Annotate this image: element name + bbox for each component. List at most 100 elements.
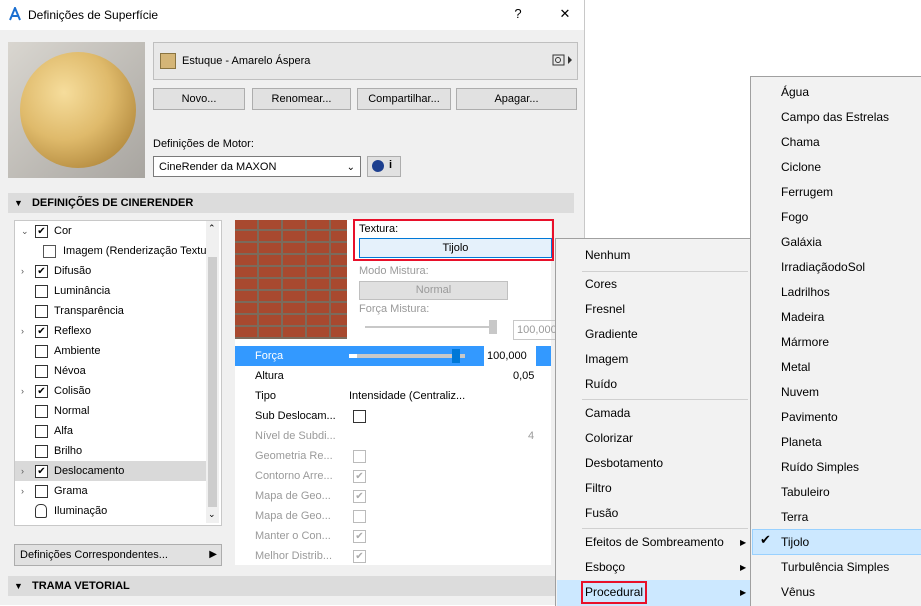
row-keep[interactable]: Manter o Con... ✔ <box>235 526 551 546</box>
material-selector[interactable]: Estuque - Amarelo Áspera <box>153 42 578 80</box>
checkbox-nevoa[interactable] <box>35 365 48 378</box>
menu-item-fusao[interactable]: Fusão <box>585 501 618 525</box>
submenu-item-ladrilhos[interactable]: Ladrilhos <box>781 280 830 304</box>
menu-item-camada[interactable]: Camada <box>585 401 630 425</box>
tree-item-difusao[interactable]: › ✔ Difusão <box>15 261 207 281</box>
submenu-item-ruido-simples[interactable]: Ruído Simples <box>781 455 859 479</box>
submenu-item-irradiacao[interactable]: IrradiaçãodoSol <box>781 255 865 279</box>
menu-item-fresnel[interactable]: Fresnel <box>585 297 625 321</box>
tree-item-colisao[interactable]: › ✔ Colisão <box>15 381 207 401</box>
menu-item-imagem[interactable]: Imagem <box>585 347 628 371</box>
submenu-item-ferrugem[interactable]: Ferrugem <box>781 180 833 204</box>
tree-item-nevoa[interactable]: Névoa <box>15 361 207 381</box>
submenu-item-nuvem[interactable]: Nuvem <box>781 380 819 404</box>
rename-button[interactable]: Renomear... <box>252 88 351 110</box>
geo-checkbox[interactable] <box>353 450 366 463</box>
mix-mode-button[interactable]: Normal <box>359 281 508 300</box>
tree-item-ambiente[interactable]: Ambiente <box>15 341 207 361</box>
row-sub[interactable]: Sub Deslocam... <box>235 406 551 426</box>
menu-item-ruido[interactable]: Ruído <box>585 372 617 396</box>
submenu-item-ciclone[interactable]: Ciclone <box>781 155 821 179</box>
vector-section-header[interactable]: ▼ TRAMA VETORIAL <box>8 576 574 596</box>
tree-item-grama[interactable]: › Grama <box>15 481 207 501</box>
help-button[interactable]: ? <box>508 6 528 24</box>
row-subdiv[interactable]: Nível de Subdi... 4 <box>235 426 551 446</box>
scroll-up-icon[interactable]: ⌃ <box>208 223 216 234</box>
tree-item-imagem[interactable]: Imagem (Renderização Textu <box>15 241 207 261</box>
forca-value-field[interactable]: 100,000 <box>484 346 536 366</box>
submenu-item-pavimento[interactable]: Pavimento <box>781 405 838 429</box>
menu-item-desbotamento[interactable]: Desbotamento <box>585 451 663 475</box>
submenu-item-turbulencia[interactable]: Turbulência Simples <box>781 555 889 579</box>
menu-item-efeitos[interactable]: Efeitos de Sombreamento <box>585 530 724 554</box>
expanded-arrow-icon[interactable]: ⌄ <box>21 221 29 241</box>
row-tipo[interactable]: Tipo Intensidade (Centraliz... <box>235 386 551 406</box>
submenu-item-tabuleiro[interactable]: Tabuleiro <box>781 480 830 504</box>
expand-arrow-icon[interactable]: › <box>21 481 24 501</box>
row-forca[interactable]: Força 100,000 <box>235 346 551 366</box>
scroll-thumb[interactable] <box>208 257 217 507</box>
tree-item-deslocamento[interactable]: › ✔ Deslocamento <box>15 461 207 481</box>
row-altura[interactable]: Altura 0,05 <box>235 366 551 386</box>
row-contour[interactable]: Contorno Arre... ✔ <box>235 466 551 486</box>
tree-item-cor[interactable]: ⌄ ✔ Cor <box>15 221 207 241</box>
texture-button[interactable]: Tijolo <box>359 238 552 258</box>
tree-item-luminancia[interactable]: Luminância <box>15 281 207 301</box>
checkbox-deslocamento[interactable]: ✔ <box>35 465 48 478</box>
mix-strength-slider[interactable] <box>365 326 497 328</box>
menu-item-nenhum[interactable]: Nenhum <box>585 243 630 267</box>
submenu-item-galaxia[interactable]: Galáxia <box>781 230 822 254</box>
mix-strength-thumb[interactable] <box>489 320 497 334</box>
expand-arrow-icon[interactable]: › <box>21 321 24 341</box>
submenu-item-marmore[interactable]: Mármore <box>781 330 829 354</box>
submenu-item-tijolo[interactable]: Tijolo <box>781 530 809 554</box>
engine-select[interactable]: CineRender da MAXON ⌄ <box>153 156 361 177</box>
sub-checkbox[interactable] <box>353 410 366 423</box>
forca-slider[interactable] <box>349 349 465 363</box>
close-button[interactable]: ✕ <box>555 6 575 24</box>
map1-checkbox[interactable]: ✔ <box>353 490 366 503</box>
submenu-item-tijolo-highlight[interactable] <box>752 529 921 555</box>
checkbox-cor[interactable]: ✔ <box>35 225 48 238</box>
menu-item-colorizar[interactable]: Colorizar <box>585 426 633 450</box>
checkbox-ambiente[interactable] <box>35 345 48 358</box>
expand-arrow-icon[interactable]: › <box>21 261 24 281</box>
checkbox-reflexo[interactable]: ✔ <box>35 325 48 338</box>
checkbox-luminancia[interactable] <box>35 285 48 298</box>
row-map1[interactable]: Mapa de Geo... ✔ <box>235 486 551 506</box>
share-button[interactable]: Compartilhar... <box>357 88 451 110</box>
material-menu-icon[interactable] <box>552 53 574 67</box>
tree-item-brilho[interactable]: Brilho <box>15 441 207 461</box>
menu-item-filtro[interactable]: Filtro <box>585 476 612 500</box>
cinerender-section-header[interactable]: ▼ DEFINIÇÕES DE CINERENDER <box>8 193 574 213</box>
expand-arrow-icon[interactable]: › <box>21 461 24 481</box>
checkbox-grama[interactable] <box>35 485 48 498</box>
checkbox-alfa[interactable] <box>35 425 48 438</box>
menu-item-esboco[interactable]: Esboço <box>585 555 625 579</box>
tree-item-transparencia[interactable]: Transparência <box>15 301 207 321</box>
submenu-item-chama[interactable]: Chama <box>781 130 820 154</box>
engine-info-button[interactable]: i <box>367 156 401 177</box>
new-button[interactable]: Novo... <box>153 88 245 110</box>
tree-scrollbar[interactable]: ⌃ ⌄ <box>206 221 219 523</box>
keep-checkbox[interactable]: ✔ <box>353 530 366 543</box>
submenu-item-madeira[interactable]: Madeira <box>781 305 824 329</box>
checkbox-colisao[interactable]: ✔ <box>35 385 48 398</box>
scroll-down-icon[interactable]: ⌄ <box>208 509 216 520</box>
best-checkbox[interactable]: ✔ <box>353 550 366 563</box>
tree-item-iluminacao[interactable]: Iluminação <box>15 501 207 521</box>
submenu-item-fogo[interactable]: Fogo <box>781 205 808 229</box>
submenu-item-planeta[interactable]: Planeta <box>781 430 822 454</box>
correspondences-button[interactable]: Definições Correspondentes... ▶ <box>14 544 222 566</box>
expand-arrow-icon[interactable]: › <box>21 381 24 401</box>
tipo-value[interactable]: Intensidade (Centraliz... <box>349 386 465 406</box>
checkbox-brilho[interactable] <box>35 445 48 458</box>
altura-value[interactable]: 0,05 <box>513 366 534 386</box>
submenu-item-terra[interactable]: Terra <box>781 505 808 529</box>
submenu-item-metal[interactable]: Metal <box>781 355 810 379</box>
tree-item-reflexo[interactable]: › ✔ Reflexo <box>15 321 207 341</box>
submenu-item-agua[interactable]: Água <box>781 80 809 104</box>
checkbox-normal[interactable] <box>35 405 48 418</box>
subdiv-value[interactable]: 4 <box>528 426 534 446</box>
mix-strength-field[interactable]: 100,000 <box>513 320 558 340</box>
